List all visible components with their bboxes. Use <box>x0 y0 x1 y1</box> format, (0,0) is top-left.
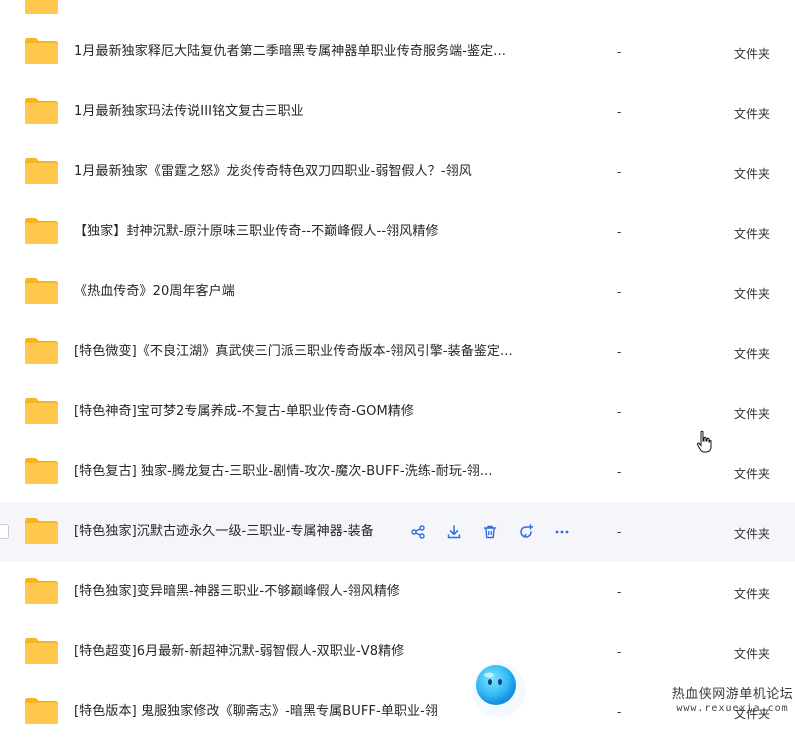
delete-icon <box>483 525 497 539</box>
folder-icon <box>25 0 58 14</box>
folder-icon <box>25 158 58 184</box>
file-name[interactable]: [特色独家]沉默古迹永久一级-三职业-专属神器-装备 <box>74 524 374 540</box>
watermark-url: www.rexuexia.com <box>676 703 789 714</box>
folder-icon <box>25 578 58 604</box>
file-row[interactable]: [特色神奇]宝可梦2专属养成-不复古-单职业传奇-GOM精修 - 文件夹 <box>0 382 795 442</box>
site-watermark: 热血侠网游单机论坛 www.rexuexia.com <box>670 688 795 725</box>
file-list: 1月最新独家释厄大陆复仇者第二季暗黑专属神器单职业传奇服务端-鉴定... - 文件夹… <box>0 0 795 725</box>
file-type: 文件夹 <box>734 347 771 361</box>
file-name[interactable]: 1月最新独家玛法传说III铭文复古三职业 <box>74 104 304 120</box>
file-row[interactable]: [特色微变]《不良江湖》真武侠三门派三职业传奇版本-翎风引擎-装备鉴定... - 文… <box>0 322 795 382</box>
file-row[interactable]: [特色独家]沉默古迹永久一级-三职业-专属神器-装备 - 文件夹 <box>0 502 795 562</box>
file-type: 文件夹 <box>734 587 771 601</box>
favorite-icon <box>520 524 534 538</box>
share-button[interactable] <box>400 522 436 542</box>
file-size: - <box>617 225 622 239</box>
file-name[interactable]: [特色微变]《不良江湖》真武侠三门派三职业传奇版本-翎风引擎-装备鉴定... <box>74 344 513 360</box>
file-size: - <box>617 405 622 419</box>
file-type: 文件夹 <box>734 107 771 121</box>
hand-cursor-icon <box>696 430 712 453</box>
folder-icon <box>25 698 58 724</box>
file-row[interactable]: 《热血传奇》20周年客户端 - 文件夹 <box>0 262 795 322</box>
file-size: - <box>617 345 622 359</box>
folder-icon <box>25 518 58 544</box>
more-button[interactable] <box>544 522 580 542</box>
file-type: 文件夹 <box>734 527 771 541</box>
file-name[interactable]: 1月最新独家释厄大陆复仇者第二季暗黑专属神器单职业传奇服务端-鉴定... <box>74 44 506 60</box>
download-icon <box>447 525 461 539</box>
file-name[interactable]: [特色独家]变异暗黑-神器三职业-不够巅峰假人-翎风精修 <box>74 584 400 600</box>
favorite-button[interactable] <box>508 522 544 542</box>
file-name[interactable]: [特色超变]6月最新-新超神沉默-弱智假人-双职业-V8精修 <box>74 644 404 660</box>
folder-icon <box>25 398 58 424</box>
download-button[interactable] <box>436 522 472 542</box>
file-type: 文件夹 <box>734 167 771 181</box>
file-size: - <box>617 285 622 299</box>
row-checkbox[interactable] <box>0 524 9 539</box>
folder-icon <box>25 98 58 124</box>
folder-icon <box>25 638 58 664</box>
file-size: - <box>617 165 622 179</box>
watermark-title: 热血侠网游单机论坛 <box>671 687 794 702</box>
file-type: 文件夹 <box>734 407 771 421</box>
file-type: 文件夹 <box>734 287 771 301</box>
file-size: - <box>617 705 622 719</box>
file-name[interactable]: 【独家】封神沉默-原汁原味三职业传奇--不巅峰假人--翎风精修 <box>74 224 439 240</box>
file-row[interactable]: 【独家】封神沉默-原汁原味三职业传奇--不巅峰假人--翎风精修 - 文件夹 <box>0 202 795 262</box>
file-size: - <box>617 465 622 479</box>
file-type: 文件夹 <box>734 467 771 481</box>
delete-button[interactable] <box>472 522 508 542</box>
row-actions <box>400 522 580 542</box>
folder-icon <box>25 278 58 304</box>
file-size: - <box>617 105 622 119</box>
file-name[interactable]: [特色版本] 鬼服独家修改《聊斋志》-暗黑专属BUFF-单职业-翎 <box>74 704 438 720</box>
folder-icon <box>25 458 58 484</box>
file-row[interactable]: 1月最新独家玛法传说III铭文复古三职业 - 文件夹 <box>0 82 795 142</box>
file-type: 文件夹 <box>734 227 771 241</box>
file-row[interactable]: 1月最新独家《雷霆之怒》龙炎传奇特色双刀四职业-弱智假人？-翎风 - 文件夹 <box>0 142 795 202</box>
folder-icon <box>25 38 58 64</box>
file-row[interactable]: [特色复古] 独家-腾龙复古-三职业-剧情-攻次-魔次-BUFF-洗练-耐玩-翎… <box>0 442 795 502</box>
assistant-bubble-icon[interactable] <box>469 660 529 720</box>
share-icon <box>411 525 425 539</box>
file-name[interactable]: [特色神奇]宝可梦2专属养成-不复古-单职业传奇-GOM精修 <box>74 404 414 420</box>
file-size: - <box>617 45 622 59</box>
file-row[interactable]: [特色超变]6月最新-新超神沉默-弱智假人-双职业-V8精修 - 文件夹 <box>0 622 795 682</box>
file-row[interactable]: [特色独家]变异暗黑-神器三职业-不够巅峰假人-翎风精修 - 文件夹 <box>0 562 795 622</box>
file-row[interactable]: 1月最新独家释厄大陆复仇者第二季暗黑专属神器单职业传奇服务端-鉴定... - 文件夹 <box>0 22 795 82</box>
more-icon <box>555 530 569 534</box>
file-name[interactable]: 《热血传奇》20周年客户端 <box>74 284 235 300</box>
folder-icon <box>25 338 58 364</box>
file-size: - <box>617 645 622 659</box>
file-type: 文件夹 <box>734 647 771 661</box>
file-size: - <box>617 525 622 539</box>
folder-icon <box>25 218 58 244</box>
file-type: 文件夹 <box>734 47 771 61</box>
file-name[interactable]: [特色复古] 独家-腾龙复古-三职业-剧情-攻次-魔次-BUFF-洗练-耐玩-翎… <box>74 464 493 480</box>
file-name[interactable]: 1月最新独家《雷霆之怒》龙炎传奇特色双刀四职业-弱智假人？-翎风 <box>74 164 472 180</box>
file-size: - <box>617 585 622 599</box>
